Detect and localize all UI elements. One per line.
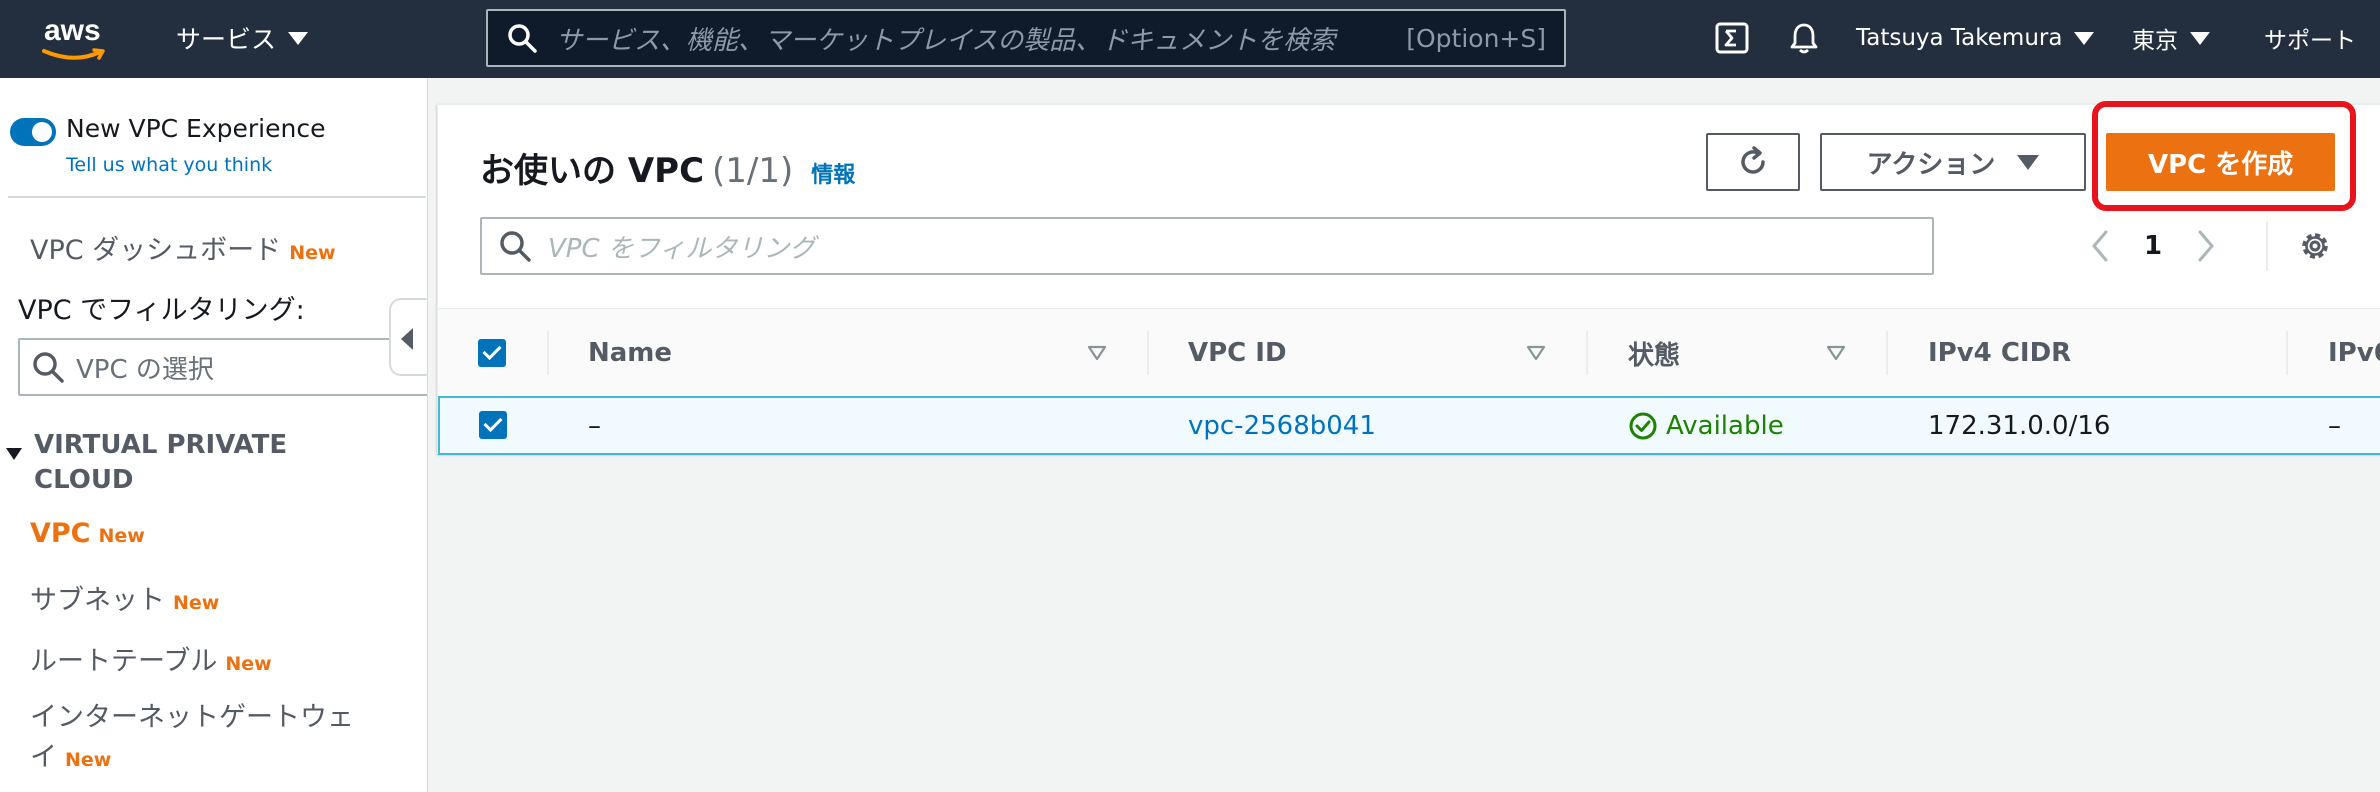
vpc-filter-input[interactable]: VPC をフィルタリング bbox=[480, 217, 1934, 275]
experience-title: New VPC Experience bbox=[66, 114, 326, 143]
search-placeholder: サービス、機能、マーケットプレイスの製品、ドキュメントを検索 bbox=[556, 25, 1336, 56]
cell-ipv6: – bbox=[2328, 410, 2341, 441]
vpc-select-placeholder: VPC の選択 bbox=[76, 354, 214, 385]
filter-placeholder: VPC をフィルタリング bbox=[548, 233, 816, 264]
services-label: サービス bbox=[176, 25, 277, 54]
column-label: Name bbox=[588, 338, 673, 368]
new-experience-toggle[interactable] bbox=[10, 118, 56, 146]
column-header-ipv4-cidr[interactable]: IPv4 CIDR bbox=[1928, 309, 2071, 397]
table-row[interactable]: – vpc-2568b041 Available 172.31.0.0/16 – bbox=[438, 396, 2380, 455]
search-icon bbox=[508, 24, 537, 53]
cell-ipv4-cidr: 172.31.0.0/16 bbox=[1928, 410, 2111, 441]
column-divider bbox=[547, 331, 549, 375]
section-heading[interactable]: VIRTUAL PRIVATE CLOUD bbox=[10, 428, 310, 498]
column-header-ipv6[interactable]: IPv6 bbox=[2328, 309, 2380, 397]
caret-down-icon bbox=[2190, 31, 2210, 45]
aws-logo[interactable]: aws bbox=[36, 14, 114, 64]
select-all-checkbox[interactable] bbox=[478, 339, 506, 367]
column-divider bbox=[1886, 331, 1888, 375]
actions-dropdown[interactable]: アクション bbox=[1820, 133, 2086, 191]
status-text: Available bbox=[1666, 410, 1784, 441]
column-label: IPv4 CIDR bbox=[1928, 338, 2072, 368]
divider bbox=[2266, 221, 2268, 271]
vpc-table-panel: お使いの VPC (1/1) 情報 アクション VPC を作成 VPC をフィルタリ… bbox=[437, 101, 2380, 455]
column-label: IPv6 bbox=[2328, 338, 2380, 368]
sort-icon[interactable] bbox=[1826, 345, 1846, 361]
column-divider bbox=[1586, 331, 1588, 375]
item-count: (1/1) bbox=[712, 151, 794, 191]
page-number[interactable]: 1 bbox=[2144, 231, 2162, 261]
cell-name: – bbox=[588, 410, 601, 441]
caret-down-icon bbox=[2074, 31, 2095, 45]
aws-smile-icon bbox=[42, 48, 105, 60]
refresh-icon bbox=[1741, 146, 1765, 174]
column-label: 状態 bbox=[1628, 340, 1681, 371]
column-header-vpc-id[interactable]: VPC ID bbox=[1188, 309, 1287, 397]
sidebar-item-route-tables[interactable]: ルートテーブル New bbox=[30, 639, 272, 678]
sidebar-item-label: VPC ダッシュボード bbox=[30, 235, 282, 266]
column-divider bbox=[2286, 331, 2288, 375]
actions-label: アクション bbox=[1866, 149, 1996, 180]
column-header-state[interactable]: 状態 bbox=[1628, 309, 1680, 397]
search-icon bbox=[33, 352, 64, 383]
cloudshell-icon[interactable] bbox=[1714, 20, 1750, 56]
pagination: 1 bbox=[2090, 217, 2216, 275]
create-vpc-label: VPC を作成 bbox=[2148, 149, 2294, 180]
collapse-sidebar-button[interactable] bbox=[389, 298, 427, 376]
title-text: お使いの VPC bbox=[480, 151, 705, 191]
user-name: Tatsuya Takemura bbox=[1856, 25, 2063, 51]
bell-icon[interactable] bbox=[1786, 20, 1822, 56]
caret-down-icon bbox=[2017, 154, 2040, 170]
vpc-filter-label: VPC でフィルタリング: bbox=[18, 295, 305, 326]
check-circle-icon bbox=[1629, 412, 1657, 439]
info-link[interactable]: 情報 bbox=[811, 163, 855, 188]
new-badge: New bbox=[289, 242, 336, 264]
feedback-link[interactable]: Tell us what you think bbox=[66, 154, 272, 176]
new-badge: New bbox=[225, 653, 272, 675]
column-header-name[interactable]: Name bbox=[588, 309, 672, 397]
page-title: お使いの VPC (1/1) 情報 bbox=[480, 143, 855, 192]
gear-icon[interactable] bbox=[2296, 227, 2334, 265]
chevron-left-icon[interactable] bbox=[2090, 229, 2110, 263]
column-label: VPC ID bbox=[1188, 338, 1287, 368]
column-divider bbox=[1147, 331, 1149, 375]
sort-icon[interactable] bbox=[1526, 345, 1546, 361]
create-vpc-button[interactable]: VPC を作成 bbox=[2106, 133, 2336, 191]
sidebar: New VPC Experience Tell us what you thin… bbox=[0, 78, 428, 792]
support-menu[interactable]: サポート bbox=[2264, 18, 2356, 58]
aws-logo-text: aws bbox=[44, 14, 101, 47]
refresh-button[interactable] bbox=[1706, 133, 1800, 191]
services-menu[interactable]: サービス bbox=[176, 18, 309, 58]
new-badge: New bbox=[65, 749, 112, 771]
global-search-input[interactable]: サービス、機能、マーケットプレイスの製品、ドキュメントを検索 [Option+S… bbox=[486, 9, 1566, 67]
region-label: 東京 bbox=[2132, 28, 2178, 54]
top-navigation: aws サービス サービス、機能、マーケットプレイスの製品、ドキュメントを検索 … bbox=[0, 0, 2380, 78]
sidebar-item-dashboard[interactable]: VPC ダッシュボード New bbox=[30, 228, 336, 267]
sidebar-item-vpc[interactable]: VPC New bbox=[30, 518, 145, 549]
user-menu[interactable]: Tatsuya Takemura bbox=[1856, 18, 2095, 58]
search-shortcut: [Option+S] bbox=[1406, 23, 1546, 53]
table-header: Name VPC ID 状態 IPv4 CIDR IPv6 bbox=[438, 308, 2380, 396]
row-checkbox[interactable] bbox=[479, 411, 507, 439]
new-badge: New bbox=[98, 525, 145, 547]
sort-icon[interactable] bbox=[1087, 345, 1107, 361]
cell-vpc-id-link[interactable]: vpc-2568b041 bbox=[1188, 398, 1376, 453]
new-badge: New bbox=[173, 592, 220, 614]
sidebar-item-label: VPC bbox=[30, 518, 91, 549]
sidebar-item-internet-gateways[interactable]: インターネットゲートウェイ New bbox=[30, 698, 370, 780]
vpc-select-input[interactable]: VPC の選択 bbox=[18, 338, 427, 396]
support-label: サポート bbox=[2264, 28, 2356, 54]
sidebar-item-label: ルートテーブル bbox=[30, 646, 218, 677]
search-icon bbox=[500, 231, 531, 262]
region-menu[interactable]: 東京 bbox=[2132, 18, 2210, 58]
caret-down-icon bbox=[288, 31, 309, 45]
sidebar-item-subnets[interactable]: サブネット New bbox=[30, 578, 219, 617]
cell-state: Available bbox=[1628, 398, 1784, 453]
sidebar-item-label: サブネット bbox=[30, 585, 165, 616]
chevron-right-icon[interactable] bbox=[2196, 229, 2216, 263]
divider bbox=[8, 196, 426, 198]
